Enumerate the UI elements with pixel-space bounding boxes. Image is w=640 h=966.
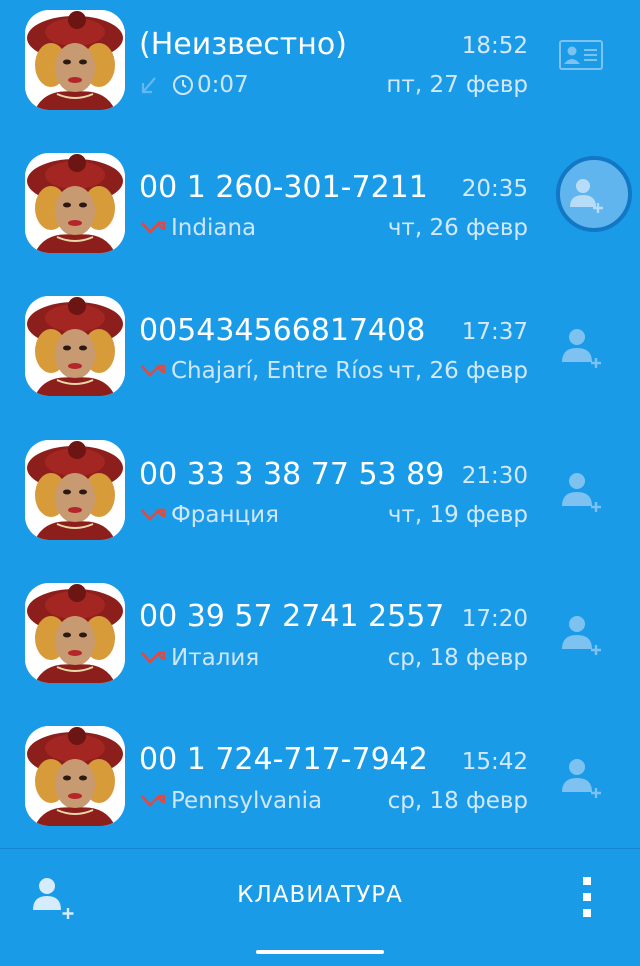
call-number: (Неизвестно) (139, 27, 347, 62)
call-log-item[interactable]: 00 39 57 2741 2557 17:20 Италия ср, 18 ф… (0, 572, 640, 715)
call-time: 17:37 (461, 319, 528, 345)
call-log-list: (Неизвестно) 18:52 0:07 пт, 27 февр 00 1… (0, 0, 640, 848)
call-duration: 0:07 (197, 72, 249, 98)
avatar-portrait-icon (25, 10, 125, 110)
missed-call-icon (141, 794, 166, 807)
missed-call-icon (141, 221, 166, 234)
call-location: Indiana (171, 215, 257, 241)
call-number: 00 1 724-717-7942 (139, 742, 428, 777)
add-contact-icon (562, 473, 601, 512)
contact-card-icon (559, 40, 603, 70)
add-contact-button[interactable] (556, 156, 632, 232)
contact-avatar[interactable] (25, 583, 125, 683)
add-contact-icon (562, 759, 601, 798)
contact-avatar[interactable] (25, 726, 125, 826)
missed-call-icon (141, 651, 166, 664)
call-date: чт, 26 февр (383, 356, 528, 386)
call-time: 18:52 (461, 33, 528, 59)
call-detail: 0:07 (139, 70, 249, 100)
contact-avatar[interactable] (25, 296, 125, 396)
avatar-portrait-icon (25, 583, 125, 683)
add-contact-button[interactable] (553, 322, 609, 372)
add-contact-icon (570, 179, 603, 213)
call-log-item[interactable]: 00 1 724-717-7942 15:42 Pennsylvania ср,… (0, 715, 640, 848)
call-log-item[interactable]: 00 33 3 38 77 53 89 21:30 Франция чт, 19… (0, 429, 640, 572)
call-detail: Indiana (139, 213, 256, 243)
new-contact-button[interactable] (30, 873, 80, 923)
call-log-item[interactable]: 005434566817408 17:37 Chajarí, Entre Río… (0, 286, 640, 429)
contact-avatar[interactable] (25, 440, 125, 540)
call-detail: Италия (139, 643, 259, 673)
missed-call-icon (141, 508, 166, 521)
add-contact-button[interactable] (553, 609, 609, 659)
add-contact-icon (562, 329, 601, 368)
call-number: 005434566817408 (139, 313, 426, 348)
call-date: чт, 19 февр (383, 500, 528, 530)
outgoing-call-icon (141, 77, 156, 94)
home-indicator[interactable] (256, 950, 384, 954)
missed-call-icon (141, 364, 166, 377)
call-date: чт, 26 февр (383, 213, 528, 243)
avatar-portrait-icon (25, 726, 125, 826)
call-date: пт, 27 февр (382, 70, 528, 100)
contact-card-button[interactable] (553, 30, 609, 80)
keypad-button[interactable]: КЛАВИАТУРА (200, 873, 440, 917)
call-time: 21:30 (461, 463, 528, 489)
call-log-item[interactable]: 00 1 260-301-7211 20:35 Indiana чт, 26 ф… (0, 143, 640, 286)
call-date: ср, 18 февр (383, 643, 528, 673)
more-options-button[interactable] (575, 875, 599, 919)
add-contact-icon (33, 878, 74, 919)
more-vert-icon (583, 877, 591, 917)
call-location: Италия (171, 645, 260, 671)
call-detail: Франция (139, 500, 279, 530)
call-time: 15:42 (461, 749, 528, 775)
contact-avatar[interactable] (25, 153, 125, 253)
add-contact-button[interactable] (553, 752, 609, 802)
call-date: ср, 18 февр (383, 786, 528, 816)
contact-avatar[interactable] (25, 10, 125, 110)
add-contact-button[interactable] (553, 466, 609, 516)
duration-clock-icon (173, 75, 193, 95)
avatar-portrait-icon (25, 296, 125, 396)
add-contact-icon (562, 616, 601, 655)
call-time: 20:35 (461, 176, 528, 202)
call-number: 00 33 3 38 77 53 89 (139, 457, 445, 492)
call-location: Chajarí, Entre Ríos (171, 358, 384, 384)
bottom-toolbar: КЛАВИАТУРА (0, 848, 640, 966)
call-number: 00 1 260-301-7211 (139, 170, 428, 205)
call-detail: Chajarí, Entre Ríos (139, 356, 384, 386)
call-log-item[interactable]: (Неизвестно) 18:52 0:07 пт, 27 февр (0, 0, 640, 143)
avatar-portrait-icon (25, 153, 125, 253)
call-detail: Pennsylvania (139, 786, 322, 816)
avatar-portrait-icon (25, 440, 125, 540)
call-time: 17:20 (461, 606, 528, 632)
call-location: Франция (171, 502, 279, 528)
call-number: 00 39 57 2741 2557 (139, 599, 445, 634)
call-location: Pennsylvania (171, 788, 323, 814)
